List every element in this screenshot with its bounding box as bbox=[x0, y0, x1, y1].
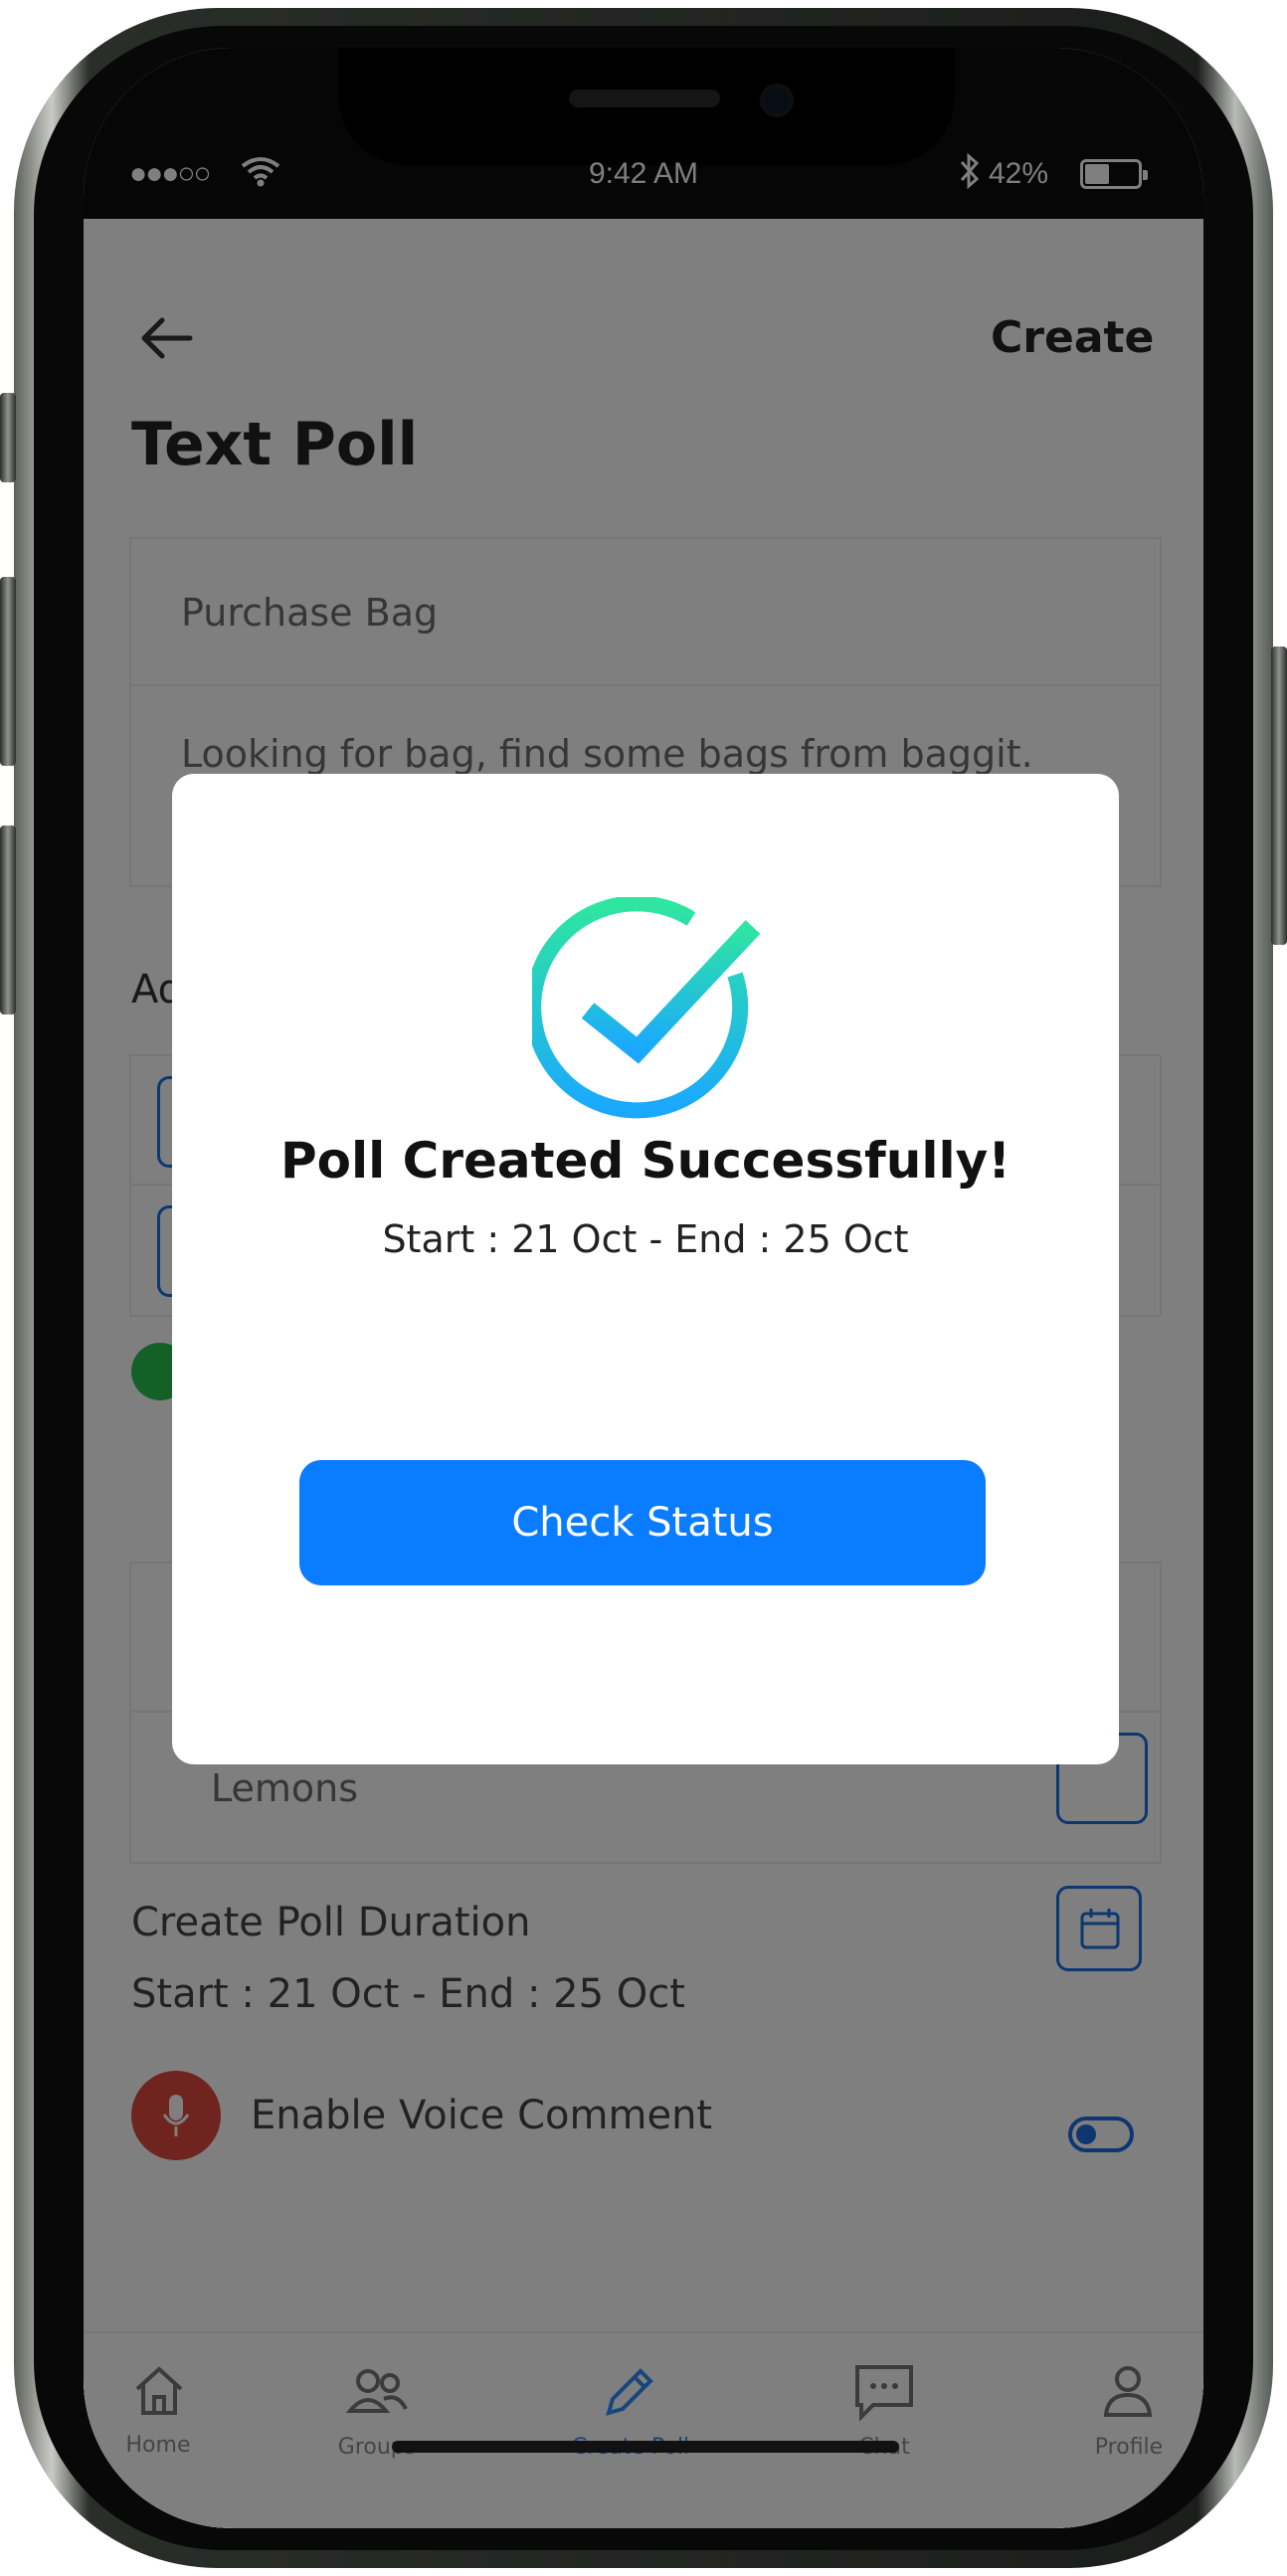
dialog-date-range: Start : 21 Oct - End : 25 Oct bbox=[382, 1217, 909, 1261]
success-dialog: Poll Created Successfully! Start : 21 Oc… bbox=[172, 774, 1119, 1764]
phone-side-button-right bbox=[1271, 646, 1287, 945]
check-circle-icon bbox=[532, 897, 761, 1119]
phone-screen: ●●●○○ 9:42 AM 42% Create Text Poll Purch… bbox=[84, 48, 1203, 2528]
phone-side-button-left-2 bbox=[0, 577, 16, 766]
home-indicator[interactable] bbox=[392, 2441, 899, 2453]
phone-side-button-left-1 bbox=[0, 393, 16, 482]
phone-side-button-left-3 bbox=[0, 826, 16, 1014]
check-status-button[interactable]: Check Status bbox=[299, 1460, 986, 1585]
dialog-title: Poll Created Successfully! bbox=[279, 1132, 1011, 1190]
